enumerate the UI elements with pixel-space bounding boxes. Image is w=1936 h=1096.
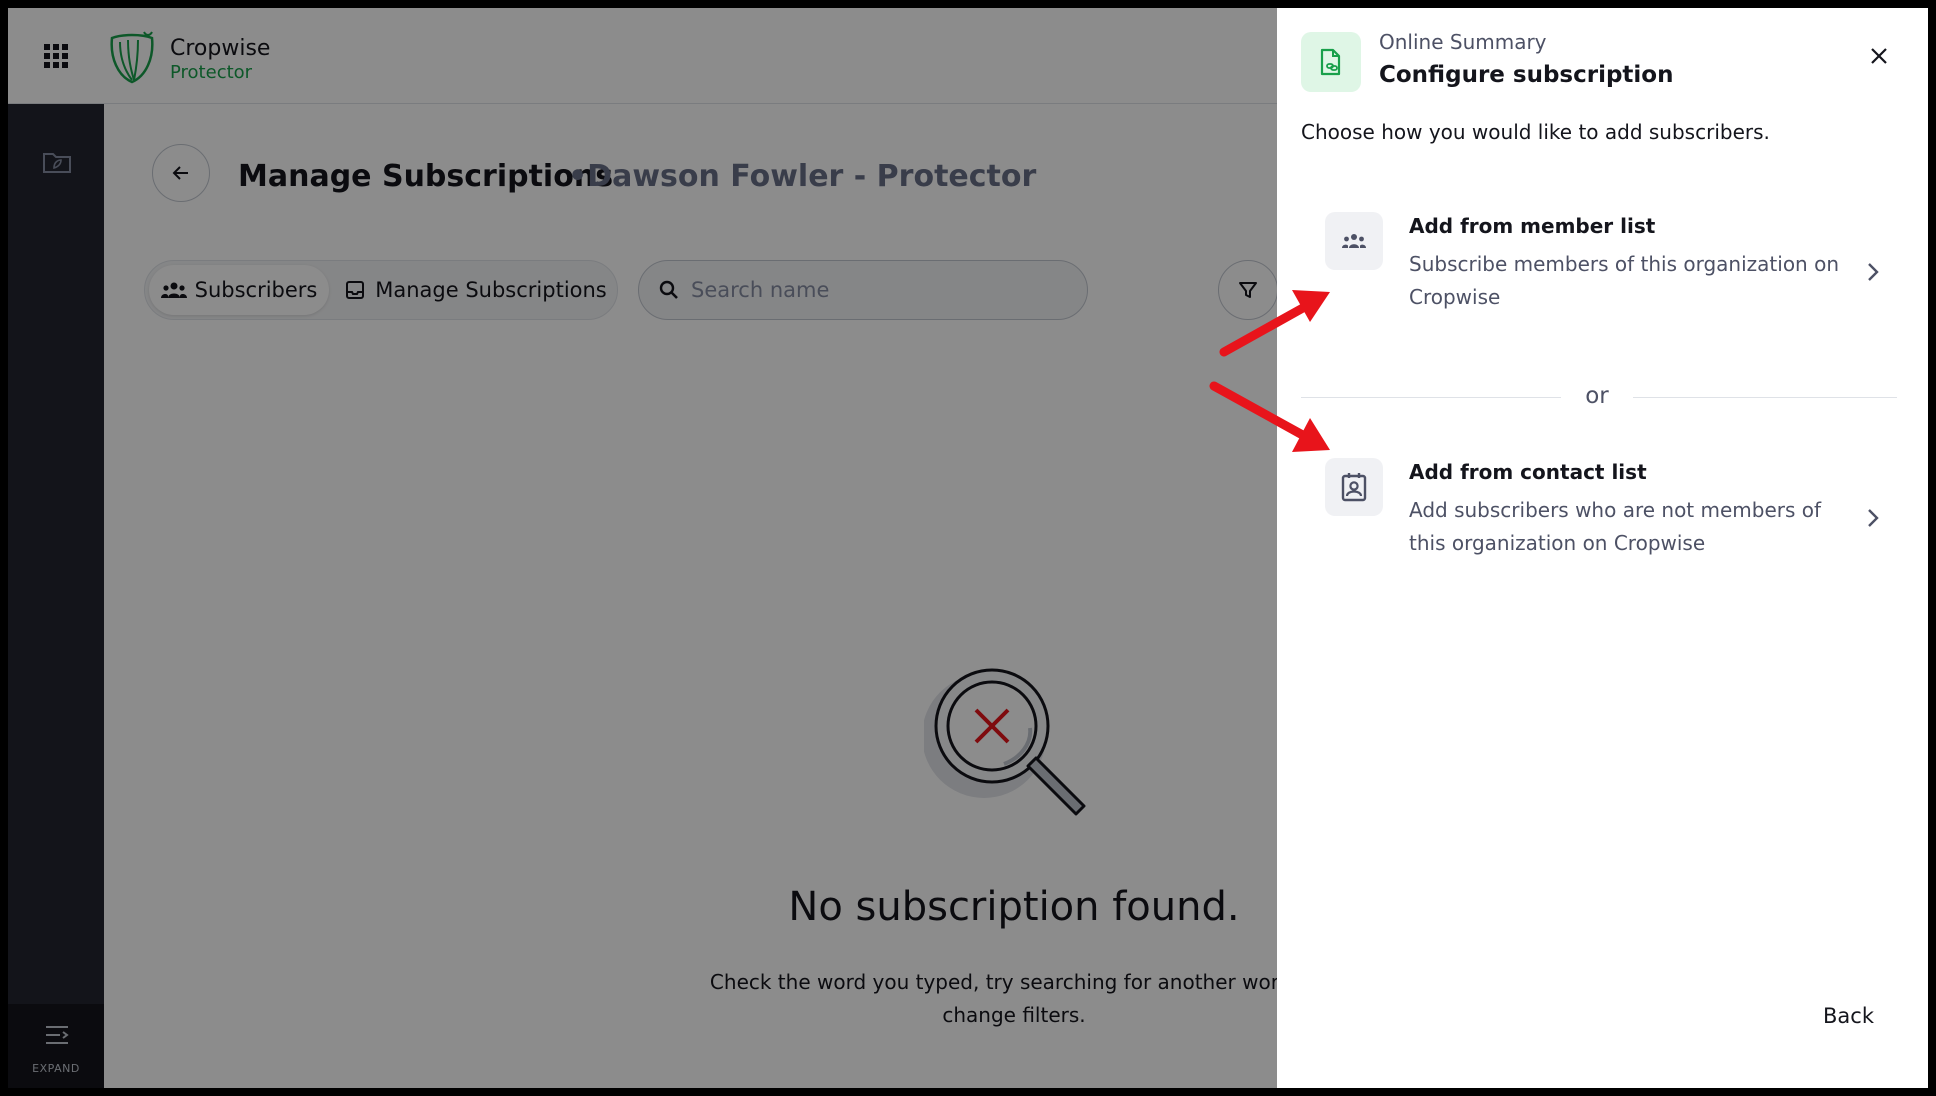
divider-line	[1633, 397, 1897, 398]
document-link-icon	[1301, 32, 1361, 92]
back-link[interactable]: Back	[1823, 1004, 1874, 1028]
chevron-right-icon	[1868, 509, 1879, 527]
close-button[interactable]	[1861, 38, 1897, 74]
drawer-kicker: Online Summary	[1379, 30, 1547, 54]
option-description: Add subscribers who are not members of t…	[1409, 498, 1822, 555]
option-title: Add from contact list	[1409, 460, 1647, 484]
contact-card-icon	[1325, 458, 1383, 516]
divider-line	[1301, 397, 1561, 398]
configure-subscription-drawer: Online Summary Configure subscription Ch…	[1277, 8, 1928, 1088]
people-icon	[1325, 212, 1383, 270]
drawer-title: Configure subscription	[1379, 62, 1674, 88]
option-title: Add from member list	[1409, 214, 1656, 238]
divider-label: or	[1585, 383, 1609, 409]
option-description: Subscribe members of this organization o…	[1409, 252, 1839, 309]
drawer-instruction: Choose how you would like to add subscri…	[1301, 120, 1770, 144]
app-window: Cropwise Protector EXPAND Manage Subscri	[8, 8, 1928, 1088]
chevron-right-icon	[1868, 263, 1879, 281]
add-from-member-list-option[interactable]: Add from member list Subscribe members o…	[1301, 198, 1901, 328]
add-from-contact-list-option[interactable]: Add from contact list Add subscribers wh…	[1301, 444, 1901, 574]
close-icon	[1871, 48, 1887, 64]
